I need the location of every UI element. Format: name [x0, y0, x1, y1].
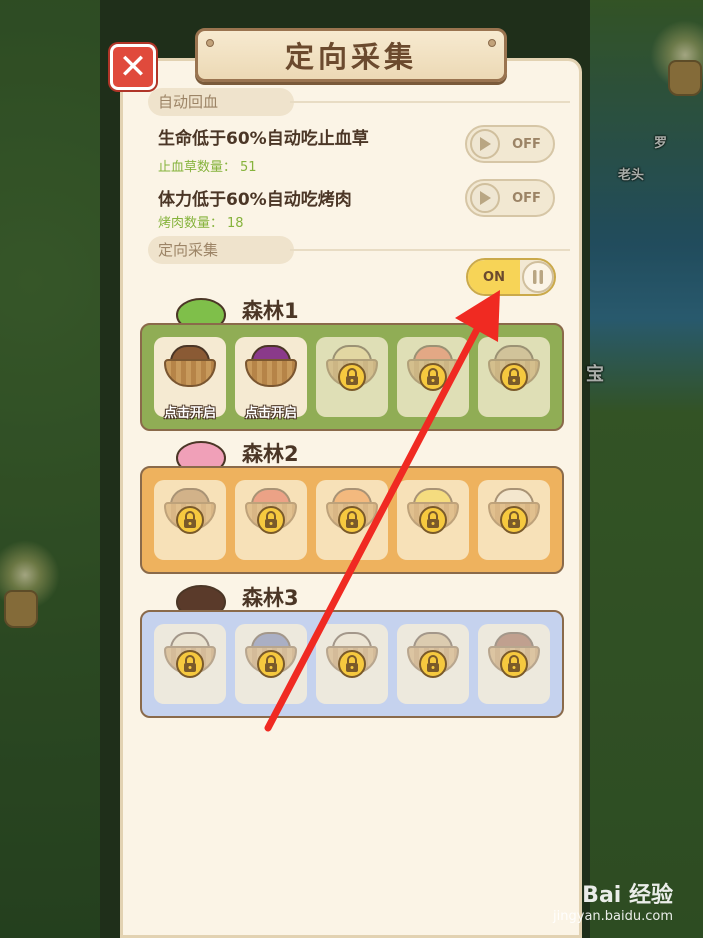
red-arrow-annotation	[264, 290, 500, 732]
watermark-logo: Bai 经验	[582, 883, 673, 908]
baidu-watermark: Bai 经验 jingyan.baidu.com	[553, 877, 673, 924]
watermark-url: jingyan.baidu.com	[553, 909, 673, 924]
